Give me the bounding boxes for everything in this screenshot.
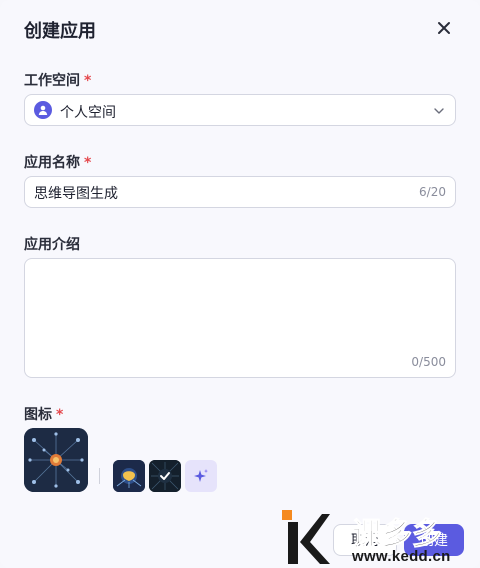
close-icon	[438, 22, 450, 34]
icon-option-brain[interactable]	[113, 460, 145, 492]
required-mark: *	[56, 407, 64, 423]
app-name-field[interactable]: 6/20	[24, 176, 456, 208]
brain-circuit-icon	[113, 460, 145, 492]
selected-app-icon[interactable]	[24, 428, 88, 492]
icon-label: 图标 *	[24, 404, 63, 424]
app-intro-label: 应用介绍	[24, 237, 80, 253]
workspace-select[interactable]: 个人空间	[24, 94, 456, 126]
app-intro-counter: 0/500	[411, 355, 446, 369]
app-name-label-text: 应用名称	[24, 155, 80, 171]
watermark-url: www.kedd.cn	[352, 548, 451, 565]
icon-option-ai-generate[interactable]	[185, 460, 217, 492]
app-intro-field[interactable]: 0/500	[24, 258, 456, 378]
selected-graph-icon	[24, 428, 88, 492]
app-intro-textarea[interactable]	[34, 267, 446, 357]
workspace-value: 个人空间	[60, 105, 116, 121]
check-network-icon	[149, 460, 181, 492]
required-mark: *	[84, 155, 92, 171]
required-mark: *	[84, 73, 92, 89]
divider	[99, 468, 100, 484]
app-name-counter: 6/20	[419, 185, 446, 199]
create-app-dialog: 创建应用 工作空间* 个人空间 应用名称* 6/20 应用介绍 0/500	[0, 0, 480, 568]
app-name-input[interactable]	[34, 183, 414, 203]
chevron-down-icon	[434, 108, 444, 114]
app-name-label: 应用名称 *	[24, 152, 91, 172]
icon-option-check[interactable]	[149, 460, 181, 492]
watermark-text: 课多多	[352, 517, 442, 552]
workspace-label-text: 工作空间	[24, 73, 80, 89]
dialog-title: 创建应用	[24, 21, 96, 42]
user-avatar-icon	[34, 101, 52, 119]
icon-label-text: 图标	[24, 407, 52, 423]
close-button[interactable]	[432, 16, 456, 40]
workspace-label: 工作空间 *	[24, 70, 91, 90]
ai-sparkle-icon	[194, 469, 208, 482]
